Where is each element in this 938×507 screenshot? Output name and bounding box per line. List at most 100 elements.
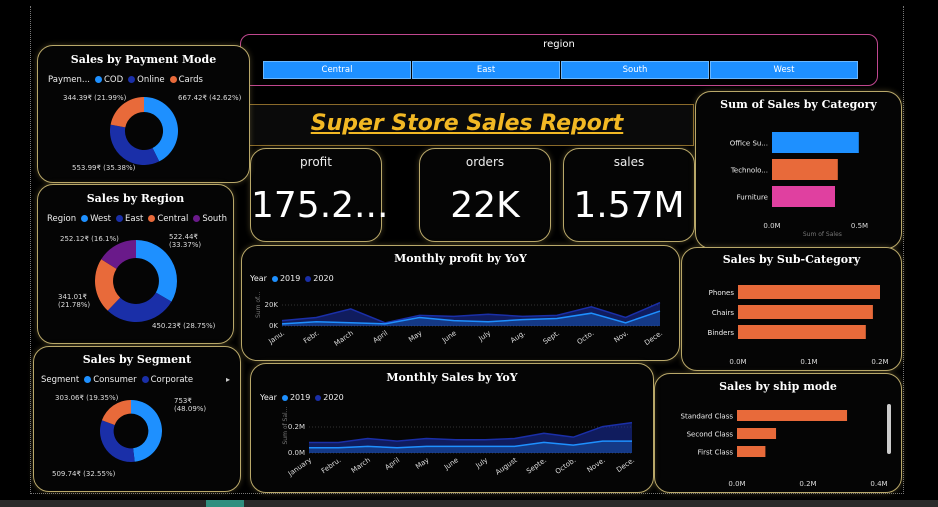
- axis-tick-label: 0.0M: [729, 358, 746, 366]
- legend-swatch: [116, 215, 124, 222]
- bar-binders[interactable]: [738, 325, 866, 339]
- axis-tick-label: 0.0M: [728, 480, 745, 488]
- profit-chart-card[interactable]: Monthly profit by YoY Year 2019 2020 Sum o…: [241, 245, 680, 361]
- x-tick-label: April: [384, 456, 402, 472]
- legend-item[interactable]: 2019: [280, 274, 300, 283]
- kpi-profit-value: 175.2...: [251, 185, 389, 226]
- y-tick-label: 20K: [265, 301, 279, 309]
- kpi-card-profit[interactable]: profit 175.2...: [250, 148, 389, 242]
- sales-area-chart[interactable]: Sum of Sal...0.2M0.0MJanuary Febru. March A…: [251, 406, 653, 490]
- bar-chairs[interactable]: [738, 305, 873, 319]
- sales-chart-card[interactable]: Monthly Sales by YoY Year 2019 2020 Sum of…: [250, 363, 654, 493]
- bar-category-label: Second Class: [687, 431, 734, 439]
- x-tick-label: Septe.: [525, 456, 548, 475]
- report-title-banner: Super Store Sales Report: [240, 104, 694, 146]
- report-title: Super Store Sales Report: [310, 111, 624, 136]
- bar-second-class[interactable]: [737, 428, 777, 439]
- bar-category-label: Binders: [708, 329, 735, 337]
- legend-swatch: [305, 276, 312, 282]
- legend-item[interactable]: Consumer: [93, 375, 136, 385]
- legend-swatch: [315, 395, 322, 401]
- x-tick-label: March: [350, 456, 372, 475]
- payment-label-cards: 344.39₹ (21.99%): [63, 94, 127, 102]
- region-option-west[interactable]: West: [710, 61, 858, 79]
- bar-office-su-[interactable]: [772, 132, 859, 153]
- legend-item[interactable]: South: [202, 214, 227, 224]
- x-tick-label: May: [407, 329, 423, 344]
- x-tick-label: Nove.: [586, 456, 607, 474]
- region-option-east[interactable]: East: [412, 61, 560, 79]
- x-tick-label: Febr.: [302, 329, 320, 345]
- legend-swatch: [148, 215, 156, 222]
- legend-item[interactable]: 2020: [313, 274, 333, 283]
- region-legend: Region West East Central South: [47, 214, 227, 224]
- region-donut[interactable]: [95, 240, 177, 322]
- x-tick-label: June: [442, 456, 460, 472]
- region-label-west: 522.44₹ (33.37%): [169, 233, 202, 249]
- legend-item[interactable]: Central: [157, 214, 188, 224]
- segment-legend: Segment Consumer Corporate: [41, 375, 193, 385]
- shipmode-chart-card[interactable]: Sales by ship mode Standard Class Second …: [654, 373, 902, 493]
- donut-slice-home-office[interactable]: [101, 400, 131, 425]
- payment-mode-donut[interactable]: [110, 97, 178, 165]
- bar-category-label: Standard Class: [681, 413, 734, 421]
- bar-technolo-[interactable]: [772, 159, 838, 180]
- segment-label-consumer: 753₹ (48.09%): [174, 397, 207, 413]
- y-tick-label: 0.0M: [288, 449, 305, 457]
- category-chart-card[interactable]: Sum of Sales by Category Office Su... Tec…: [695, 91, 902, 249]
- sales-chart-title: Monthly Sales by YoY: [386, 371, 518, 384]
- x-tick-label: August: [494, 456, 519, 477]
- legend-item[interactable]: COD: [104, 75, 123, 85]
- legend-title: Year: [260, 393, 277, 402]
- legend-item[interactable]: Corporate: [151, 375, 194, 385]
- legend-swatch: [193, 215, 201, 222]
- shipmode-bar-chart[interactable]: Standard Class Second Class First Class 0.0…: [655, 396, 901, 490]
- page-tab-active[interactable]: [206, 500, 244, 507]
- bar-standard-class[interactable]: [737, 410, 848, 421]
- legend-item[interactable]: Cards: [179, 75, 203, 85]
- category-bar-chart[interactable]: Office Su... Technolo... Furniture 0.0M 0.5M…: [696, 116, 901, 246]
- donut-slice-online[interactable]: [110, 124, 160, 165]
- legend-title: Region: [47, 214, 77, 224]
- subcategory-bar-chart[interactable]: Phones Chairs Binders 0.0M 0.1M 0.2M: [682, 270, 901, 368]
- region-option-south[interactable]: South: [561, 61, 709, 79]
- region-option-central[interactable]: Central: [263, 61, 411, 79]
- kpi-orders-title: orders: [465, 155, 505, 169]
- legend-item[interactable]: West: [90, 214, 111, 224]
- scrollbar-thumb[interactable]: [887, 404, 891, 454]
- legend-item[interactable]: 2019: [290, 393, 310, 402]
- region-label-east: 450.23₹ (28.75%): [152, 322, 216, 330]
- kpi-profit-title: profit: [300, 155, 332, 169]
- legend-item[interactable]: 2020: [323, 393, 343, 402]
- segment-donut[interactable]: [100, 400, 162, 462]
- axis-tick-label: 0.2M: [871, 358, 888, 366]
- x-tick-label: Aug.: [509, 329, 527, 345]
- profit-area-chart[interactable]: Sum of... 20K 0KJanu. Febr. March April May Jun…: [242, 286, 679, 358]
- bar-category-label: Phones: [709, 289, 735, 297]
- donut-slice-west[interactable]: [136, 240, 177, 302]
- kpi-orders-value: 22K: [450, 185, 520, 226]
- legend-swatch: [281, 395, 288, 401]
- donut-slice-corporate[interactable]: [100, 420, 135, 462]
- legend-next-icon[interactable]: ▸: [226, 375, 230, 384]
- legend-item[interactable]: East: [125, 214, 143, 224]
- kpi-card-sales[interactable]: sales 1.57M: [563, 148, 695, 242]
- legend-swatch: [95, 76, 102, 83]
- payment-mode-card[interactable]: Sales by Payment Mode Paymen... COD Online…: [37, 45, 250, 183]
- region-chart-card[interactable]: Sales by Region Region West East Central Sou…: [37, 184, 234, 344]
- bar-first-class[interactable]: [737, 446, 766, 457]
- bar-phones[interactable]: [738, 285, 880, 299]
- donut-slice-consumer[interactable]: [131, 400, 162, 462]
- x-tick-label: January: [286, 456, 313, 478]
- x-tick-label: Dece.: [615, 456, 636, 474]
- kpi-card-orders[interactable]: orders 22K: [419, 148, 551, 242]
- bar-furniture[interactable]: [772, 186, 835, 207]
- subcategory-chart-card[interactable]: Sales by Sub-Category Phones Chairs Binder…: [681, 247, 902, 371]
- legend-item[interactable]: Online: [137, 75, 164, 85]
- payment-label-cod: 667.42₹ (42.62%): [178, 94, 242, 102]
- legend-title: Paymen...: [48, 75, 90, 85]
- bar-category-label: Office Su...: [730, 140, 768, 148]
- page-tab-bar: [0, 500, 938, 507]
- legend-title: Year: [250, 274, 267, 283]
- segment-chart-card[interactable]: Sales by Segment Segment Consumer Corporat…: [33, 346, 241, 492]
